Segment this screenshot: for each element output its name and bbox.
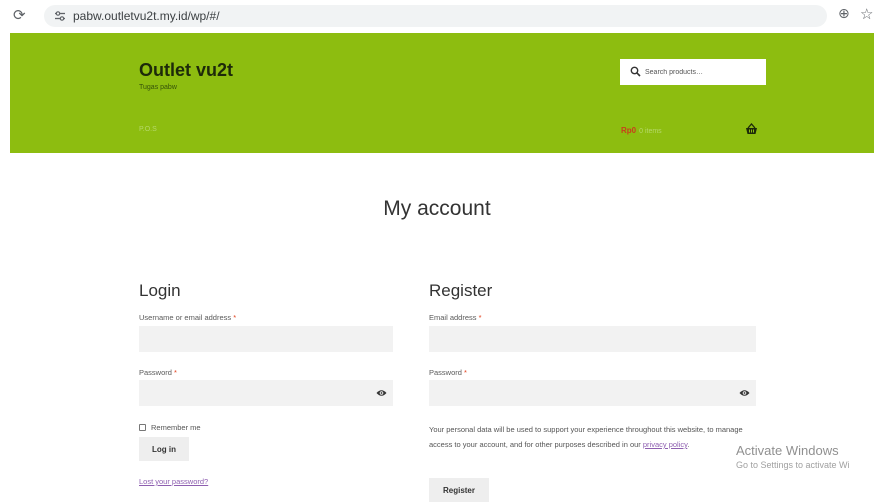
privacy-policy-link[interactable]: privacy policy bbox=[643, 440, 687, 449]
browser-toolbar: ⟳ pabw.outletvu2t.my.id/wp/#/ ⊕ ☆ bbox=[0, 0, 874, 33]
login-heading: Login bbox=[139, 281, 181, 300]
privacy-notice: Your personal data will be used to suppo… bbox=[429, 422, 759, 452]
site-settings-icon[interactable] bbox=[54, 10, 66, 22]
username-label-text: Username or email address bbox=[139, 313, 232, 322]
product-search bbox=[620, 59, 766, 85]
eye-icon[interactable] bbox=[739, 389, 750, 397]
lost-password-link[interactable]: Lost your password? bbox=[139, 477, 208, 486]
search-icon bbox=[630, 66, 641, 77]
url-text[interactable]: pabw.outletvu2t.my.id/wp/#/ bbox=[73, 9, 220, 23]
username-input[interactable] bbox=[139, 326, 393, 352]
privacy-end: . bbox=[687, 440, 690, 449]
zoom-icon[interactable]: ⊕ bbox=[838, 6, 850, 22]
cart-amount: Rp0 bbox=[621, 126, 637, 135]
required-mark: * bbox=[174, 368, 177, 377]
login-password-input[interactable] bbox=[139, 380, 393, 406]
register-password-label: Password * bbox=[429, 368, 467, 377]
username-label: Username or email address * bbox=[139, 313, 236, 322]
address-bar[interactable]: pabw.outletvu2t.my.id/wp/#/ bbox=[44, 5, 827, 27]
reload-icon[interactable]: ⟳ bbox=[13, 6, 26, 24]
email-label: Email address * bbox=[429, 313, 482, 322]
cart-link[interactable]: Rp0 0 items bbox=[621, 126, 662, 135]
register-password-label-text: Password bbox=[429, 368, 462, 377]
page-title: My account bbox=[383, 197, 491, 220]
required-mark: * bbox=[464, 368, 467, 377]
site-title[interactable]: Outlet vu2t bbox=[139, 60, 233, 81]
email-input[interactable] bbox=[429, 326, 756, 352]
register-button[interactable]: Register bbox=[429, 478, 489, 502]
register-password-input[interactable] bbox=[429, 380, 756, 406]
required-mark: * bbox=[233, 313, 237, 322]
login-button[interactable]: Log in bbox=[139, 437, 189, 461]
remember-me-checkbox[interactable] bbox=[139, 424, 146, 431]
bookmark-star-icon[interactable]: ☆ bbox=[860, 5, 873, 23]
nav-item-pos[interactable]: P.O.S bbox=[139, 126, 157, 133]
privacy-text: Your personal data will be used to suppo… bbox=[429, 425, 743, 449]
basket-icon[interactable] bbox=[745, 123, 758, 135]
register-heading: Register bbox=[429, 281, 493, 300]
required-mark: * bbox=[478, 313, 482, 322]
search-input[interactable] bbox=[645, 59, 763, 85]
watermark-subtitle: Go to Settings to activate Wi bbox=[736, 460, 850, 470]
watermark-title: Activate Windows bbox=[736, 443, 839, 458]
windows-activation-watermark: Activate Windows Go to Settings to activ… bbox=[736, 443, 850, 470]
site-header: Outlet vu2t Tugas pabw P.O.S Rp00 items bbox=[10, 33, 874, 153]
cart-count: 0 items bbox=[639, 128, 662, 135]
remember-me[interactable]: Remember me bbox=[139, 423, 201, 432]
login-password-label-text: Password bbox=[139, 368, 172, 377]
remember-me-label: Remember me bbox=[151, 423, 201, 432]
eye-icon[interactable] bbox=[376, 389, 387, 397]
site-tagline: Tugas pabw bbox=[139, 84, 177, 91]
email-label-text: Email address bbox=[429, 313, 477, 322]
login-password-label: Password * bbox=[139, 368, 177, 377]
